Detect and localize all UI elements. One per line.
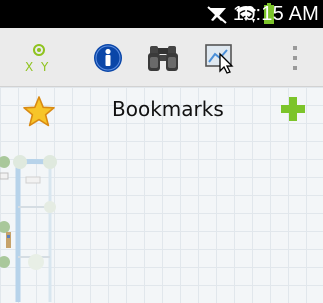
star-icon[interactable] <box>22 95 56 129</box>
info-button[interactable] <box>86 36 130 80</box>
overflow-menu-button[interactable] <box>275 36 315 80</box>
search-button[interactable] <box>141 36 185 80</box>
xy-location-button[interactable]: X Y <box>17 36 61 80</box>
bookmarks-header: Bookmarks <box>0 87 323 131</box>
more-vertical-icon <box>293 46 297 70</box>
status-bar: 10:15 AM <box>0 0 323 28</box>
xy-label: X Y <box>25 60 51 74</box>
map-select-button[interactable] <box>198 36 242 80</box>
location-dot-icon <box>33 44 45 56</box>
mute-icon <box>207 6 227 24</box>
binoculars-icon <box>148 46 178 71</box>
map-pointer-icon <box>205 44 234 74</box>
status-time: 10:15 AM <box>232 3 319 25</box>
add-bookmark-icon[interactable] <box>279 95 307 123</box>
bookmarks-title: Bookmarks <box>112 97 224 121</box>
action-bar: X Y <box>0 28 323 87</box>
info-icon <box>94 44 122 72</box>
